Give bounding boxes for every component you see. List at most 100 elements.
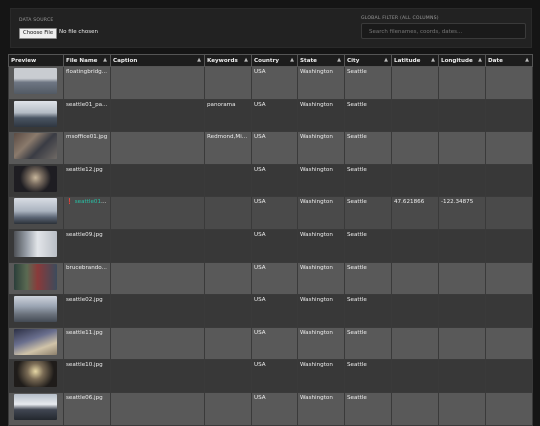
latitude-cell[interactable]: 47.621866 bbox=[391, 196, 439, 230]
latitude-cell[interactable] bbox=[391, 261, 439, 296]
caption-cell[interactable] bbox=[110, 163, 205, 198]
city-cell[interactable]: Seattle bbox=[344, 163, 392, 198]
sort-arrow-icon[interactable]: ▲ bbox=[384, 57, 388, 63]
column-header-file-name[interactable]: File Name ▲ bbox=[63, 54, 111, 67]
column-header-caption[interactable]: Caption ▲ bbox=[110, 54, 205, 67]
longitude-cell[interactable] bbox=[438, 131, 486, 165]
keywords-cell[interactable] bbox=[204, 196, 252, 230]
keywords-cell[interactable] bbox=[204, 163, 252, 198]
column-header-longitude[interactable]: Longitude ▲ bbox=[438, 54, 486, 67]
date-cell[interactable] bbox=[485, 261, 533, 296]
state-cell[interactable]: Washington bbox=[297, 228, 345, 263]
country-cell[interactable]: USA bbox=[251, 163, 298, 198]
table-row[interactable]: seattle12.jpg USA Washington Seattle bbox=[8, 163, 533, 198]
column-header-date[interactable]: Date ▲ bbox=[485, 54, 533, 67]
keywords-cell[interactable] bbox=[204, 359, 252, 393]
sort-arrow-icon[interactable]: ▲ bbox=[525, 57, 529, 63]
country-cell[interactable]: USA bbox=[251, 131, 298, 165]
date-cell[interactable] bbox=[485, 326, 533, 361]
country-cell[interactable]: USA bbox=[251, 66, 298, 100]
longitude-cell[interactable]: -122.34875 bbox=[438, 196, 486, 230]
thumbnail-image[interactable] bbox=[14, 263, 57, 290]
column-header-country[interactable]: Country ▲ bbox=[251, 54, 298, 67]
state-cell[interactable]: Washington bbox=[297, 196, 345, 230]
country-cell[interactable]: USA bbox=[251, 391, 298, 426]
state-cell[interactable]: Washington bbox=[297, 131, 345, 165]
country-cell[interactable]: USA bbox=[251, 294, 298, 328]
caption-cell[interactable] bbox=[110, 326, 205, 361]
country-cell[interactable]: USA bbox=[251, 261, 298, 296]
keywords-cell[interactable] bbox=[204, 66, 252, 100]
file-name-cell[interactable]: seattle02.jpg bbox=[63, 294, 111, 328]
table-row[interactable]: seattle11.jpg USA Washington Seattle bbox=[8, 326, 533, 361]
column-header-latitude[interactable]: Latitude ▲ bbox=[391, 54, 439, 67]
file-name-cell[interactable]: floatingbridg... bbox=[63, 66, 111, 100]
file-name-cell[interactable]: seattle01_pa... bbox=[63, 98, 111, 133]
latitude-cell[interactable] bbox=[391, 163, 439, 198]
file-name-cell[interactable]: seattle11.jpg bbox=[63, 326, 111, 361]
country-cell[interactable]: USA bbox=[251, 228, 298, 263]
latitude-cell[interactable] bbox=[391, 326, 439, 361]
city-cell[interactable]: Seattle bbox=[344, 228, 392, 263]
country-cell[interactable]: USA bbox=[251, 196, 298, 230]
table-row[interactable]: floatingbridg... USA Washington Seattle bbox=[8, 66, 533, 100]
longitude-cell[interactable] bbox=[438, 163, 486, 198]
date-cell[interactable] bbox=[485, 131, 533, 165]
state-cell[interactable]: Washington bbox=[297, 326, 345, 361]
longitude-cell[interactable] bbox=[438, 294, 486, 328]
sort-arrow-icon[interactable]: ▲ bbox=[197, 57, 201, 63]
keywords-cell[interactable]: Redmond,Mic... bbox=[204, 131, 252, 165]
file-name-cell[interactable]: seattle10.jpg bbox=[63, 359, 111, 393]
thumbnail-image[interactable] bbox=[14, 133, 57, 160]
latitude-cell[interactable] bbox=[391, 131, 439, 165]
sort-arrow-icon[interactable]: ▲ bbox=[244, 57, 248, 63]
thumbnail-image[interactable] bbox=[14, 165, 57, 192]
thumbnail-image[interactable] bbox=[14, 198, 57, 225]
date-cell[interactable] bbox=[485, 163, 533, 198]
city-cell[interactable]: Seattle bbox=[344, 326, 392, 361]
latitude-cell[interactable] bbox=[391, 66, 439, 100]
date-cell[interactable] bbox=[485, 391, 533, 426]
thumbnail-image[interactable] bbox=[14, 361, 57, 388]
keywords-cell[interactable] bbox=[204, 261, 252, 296]
latitude-cell[interactable] bbox=[391, 294, 439, 328]
keywords-cell[interactable] bbox=[204, 294, 252, 328]
longitude-cell[interactable] bbox=[438, 261, 486, 296]
state-cell[interactable]: Washington bbox=[297, 261, 345, 296]
file-name-cell[interactable]: brucebrando... bbox=[63, 261, 111, 296]
city-cell[interactable]: Seattle bbox=[344, 261, 392, 296]
file-name-cell[interactable]: msoffice01.jpg bbox=[63, 131, 111, 165]
latitude-cell[interactable] bbox=[391, 98, 439, 133]
caption-cell[interactable] bbox=[110, 66, 205, 100]
longitude-cell[interactable] bbox=[438, 66, 486, 100]
state-cell[interactable]: Washington bbox=[297, 391, 345, 426]
table-row[interactable]: msoffice01.jpg Redmond,Mic... USA Washingto… bbox=[8, 131, 533, 165]
state-cell[interactable]: Washington bbox=[297, 359, 345, 393]
sort-arrow-icon[interactable]: ▲ bbox=[103, 57, 107, 63]
keywords-cell[interactable] bbox=[204, 228, 252, 263]
table-row[interactable]: seattle02.jpg USA Washington Seattle bbox=[8, 294, 533, 328]
longitude-cell[interactable] bbox=[438, 359, 486, 393]
table-row[interactable]: seattle01_pa... panorama USA Washington Seat… bbox=[8, 98, 533, 133]
city-cell[interactable]: Seattle bbox=[344, 66, 392, 100]
table-row[interactable]: seattle10.jpg USA Washington Seattle bbox=[8, 359, 533, 393]
file-name-cell[interactable]: seattle12.jpg bbox=[63, 163, 111, 198]
country-cell[interactable]: USA bbox=[251, 359, 298, 393]
state-cell[interactable]: Washington bbox=[297, 294, 345, 328]
latitude-cell[interactable] bbox=[391, 391, 439, 426]
caption-cell[interactable] bbox=[110, 131, 205, 165]
caption-cell[interactable] bbox=[110, 391, 205, 426]
column-header-state[interactable]: State ▲ bbox=[297, 54, 345, 67]
table-row[interactable]: brucebrando... USA Washington Seattle bbox=[8, 261, 533, 296]
longitude-cell[interactable] bbox=[438, 228, 486, 263]
date-cell[interactable] bbox=[485, 66, 533, 100]
sort-arrow-icon[interactable]: ▲ bbox=[337, 57, 341, 63]
file-name-cell[interactable]: seattle09.jpg bbox=[63, 228, 111, 263]
table-row[interactable]: seattle09.jpg USA Washington Seattle bbox=[8, 228, 533, 263]
date-cell[interactable] bbox=[485, 294, 533, 328]
thumbnail-image[interactable] bbox=[14, 100, 57, 127]
thumbnail-image[interactable] bbox=[14, 328, 57, 355]
table-row[interactable]: ❗ seattle01.j... USA Washington Seattle 47.6… bbox=[8, 196, 533, 230]
choose-file-button[interactable]: Choose File bbox=[19, 28, 58, 39]
thumbnail-image[interactable] bbox=[14, 393, 57, 420]
